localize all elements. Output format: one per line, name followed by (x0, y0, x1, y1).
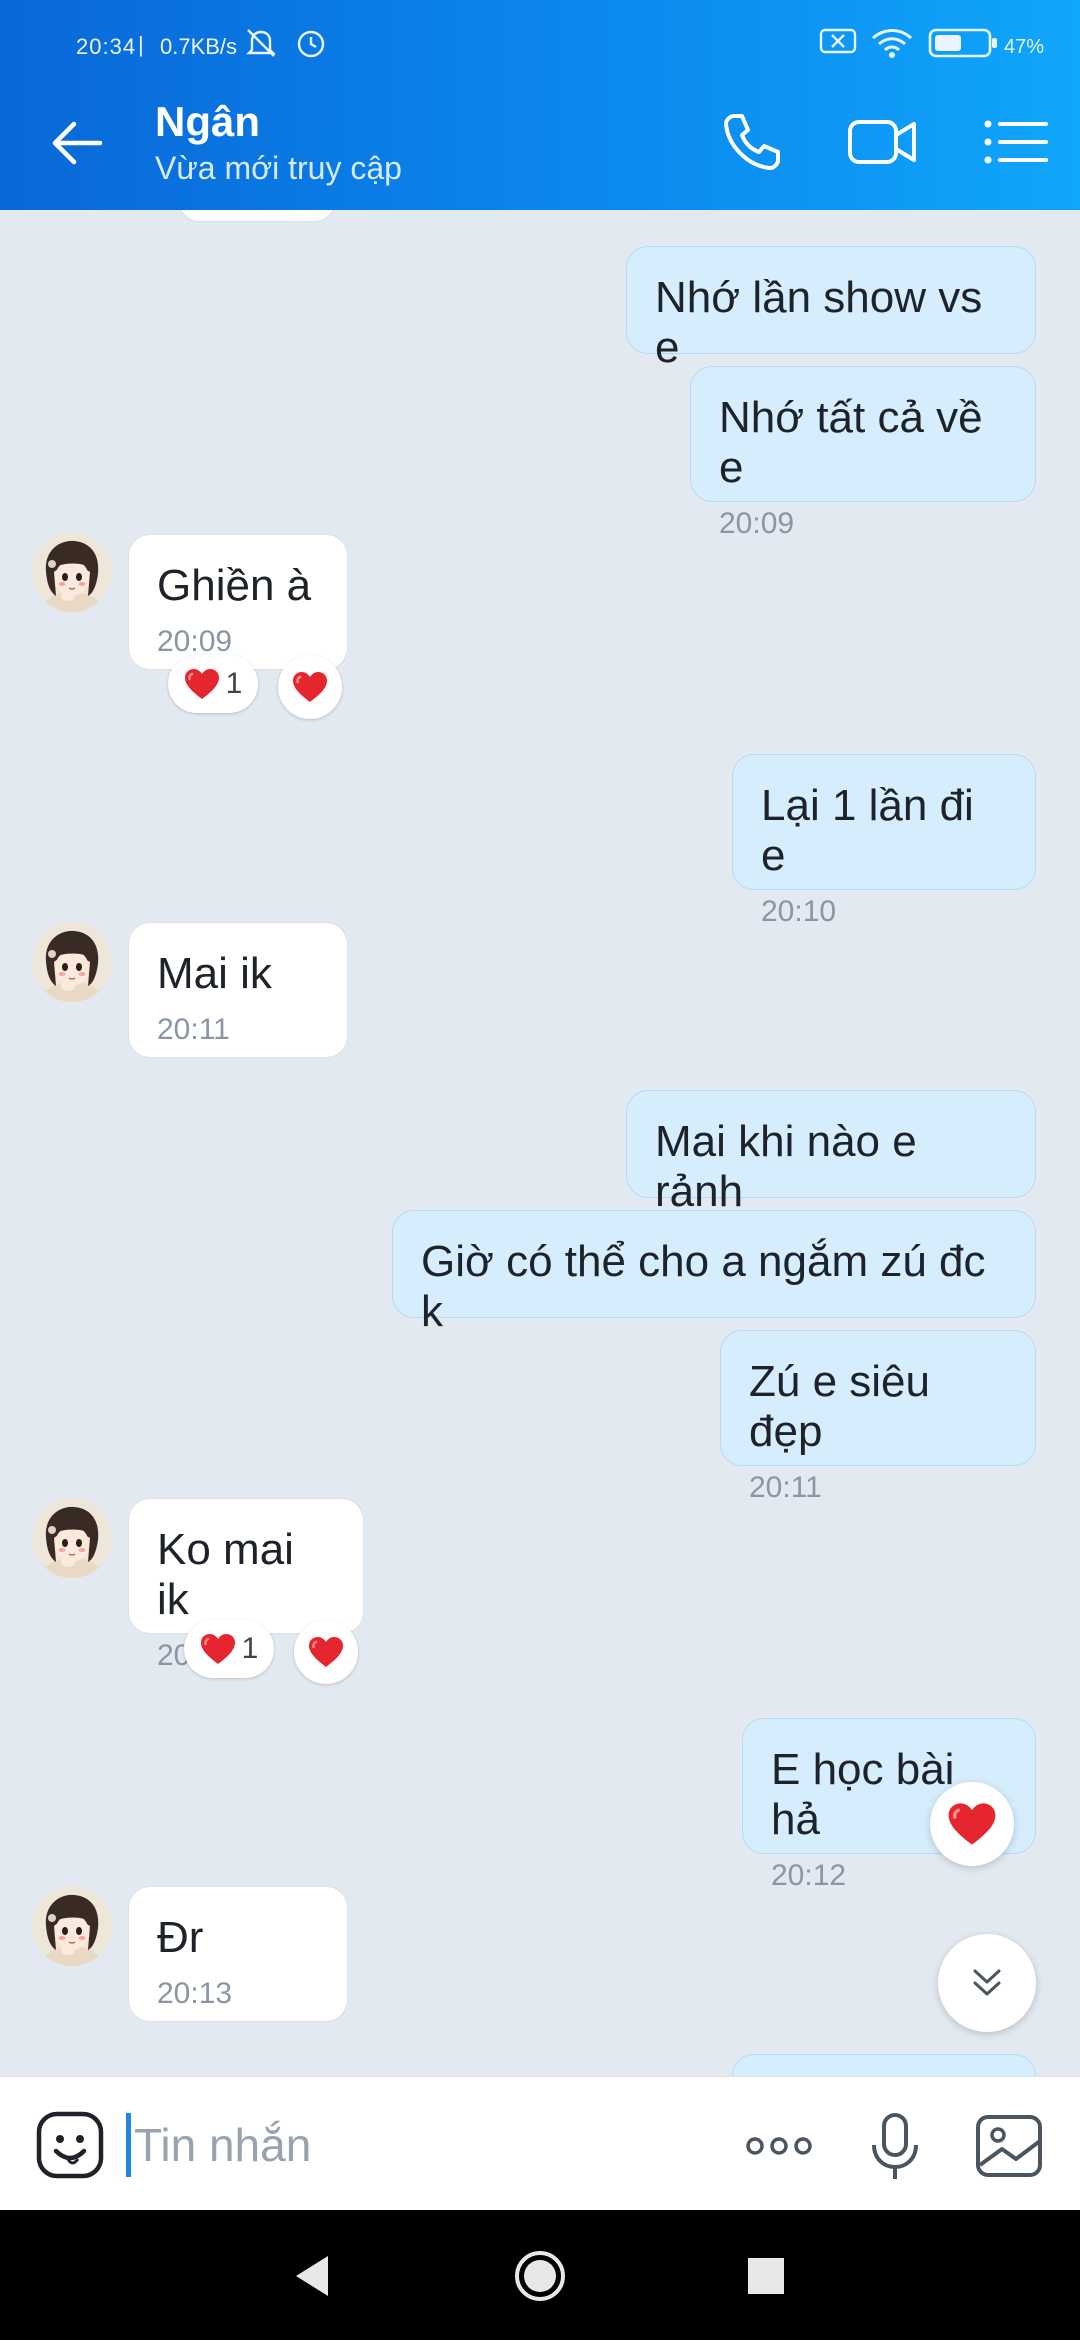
message-time: 20:13 (157, 1977, 233, 2010)
message-bubble-partial (732, 2054, 1036, 2076)
avatar-image (32, 922, 112, 1002)
react-heart-button[interactable] (930, 1782, 1014, 1866)
heart-icon (947, 1802, 997, 1846)
message-time: 20:11 (157, 1013, 230, 1046)
phone-icon[interactable] (712, 102, 792, 182)
chevron-double-down-icon (973, 1969, 1001, 1996)
contact-name[interactable]: Ngân (155, 98, 260, 146)
image-icon[interactable] (970, 2107, 1048, 2185)
message-bubble-incoming[interactable]: Mai ik 20:11 (128, 922, 348, 1058)
message-time: 20:09 (157, 625, 233, 658)
menu-list-icon[interactable] (976, 102, 1056, 182)
message-text: Nhớ lần show vs e (655, 273, 983, 372)
heart-icon (200, 1633, 236, 1665)
message-time: 20:10 (761, 895, 837, 928)
back-arrow-icon[interactable] (44, 108, 114, 178)
status-network-speed: 0.7KB/s (160, 34, 238, 59)
message-bubble-outgoing[interactable]: Nhớ tất cả về e 20:09 (690, 366, 1036, 540)
reaction-summary[interactable]: 1 (184, 1620, 274, 1678)
reaction-count: 1 (241, 1632, 259, 1665)
reaction-count: 1 (225, 667, 243, 700)
nav-home-icon[interactable] (512, 2248, 568, 2304)
avatar-image (32, 1886, 112, 1966)
system-nav-bar (0, 2210, 1080, 2340)
text-cursor (126, 2113, 131, 2177)
contact-avatar[interactable] (32, 532, 112, 612)
video-call-icon[interactable] (842, 102, 922, 182)
alarm-icon (297, 30, 325, 58)
message-input[interactable] (132, 2107, 696, 2183)
contact-status: Vừa mới truy cập (155, 150, 402, 186)
message-list[interactable]: Nhớ lần show vs e Nhớ tất cả về e 20:09 … (0, 210, 1080, 2076)
message-time: 20:11 (749, 1471, 822, 1504)
microphone-icon[interactable] (856, 2107, 934, 2185)
message-bubble-outgoing[interactable]: Lại 1 lần đi e 20:10 (732, 754, 1036, 928)
contact-avatar[interactable] (32, 1886, 112, 1966)
avatar-image (32, 1498, 112, 1578)
heart-icon (308, 1636, 344, 1668)
message-bubble-outgoing[interactable]: Nhớ lần show vs e (626, 246, 1036, 372)
react-button[interactable] (294, 1620, 358, 1684)
message-bubble-incoming[interactable]: Ghiền à 20:09 (128, 534, 348, 670)
message-text: Mai ik (157, 949, 272, 998)
message-text: Ko mai ik (157, 1525, 294, 1624)
message-text: Zú e siêu đẹp (749, 1357, 930, 1456)
contact-avatar[interactable] (32, 922, 112, 1002)
sim-off-icon (819, 28, 857, 54)
status-time: 20:34 (76, 34, 137, 59)
battery-icon (928, 28, 997, 58)
heart-icon (292, 671, 328, 703)
scroll-to-bottom-button[interactable] (938, 1934, 1036, 2032)
reaction-summary[interactable]: 1 (168, 655, 258, 713)
message-text: Lại 1 lần đi e (761, 781, 974, 880)
nav-back-icon[interactable] (286, 2248, 342, 2304)
message-bubble-incoming[interactable]: Đr 20:13 (128, 1886, 348, 2022)
mute-bell-icon (246, 29, 276, 57)
message-text: Đr (157, 1913, 204, 1962)
heart-icon (184, 668, 220, 700)
message-bubble-outgoing[interactable]: Zú e siêu đẹp 20:11 (720, 1330, 1036, 1504)
battery-percent: 47% (1004, 36, 1045, 58)
message-bubble-partial (178, 210, 336, 222)
message-bubble-outgoing[interactable]: Mai khi nào e rảnh (626, 1090, 1036, 1216)
message-time: 20:09 (719, 507, 795, 540)
more-options-icon[interactable] (740, 2107, 818, 2185)
message-bubble-incoming[interactable]: Ko mai ik 20:12 (128, 1498, 364, 1672)
status-bar: 20:34 | 0.7KB/s 47% (0, 0, 1080, 78)
message-text: E học bài hả (771, 1745, 955, 1844)
message-composer (0, 2076, 1080, 2211)
nav-recents-icon[interactable] (738, 2248, 794, 2304)
message-text: Mai khi nào e rảnh (655, 1117, 917, 1216)
message-text: Nhớ tất cả về e (719, 393, 983, 492)
chat-header: Ngân Vừa mới truy cập (0, 78, 1080, 210)
app-header-bar: 20:34 | 0.7KB/s 47% Ngân Vừa mới truy cậ… (0, 0, 1080, 210)
wifi-icon (871, 29, 913, 58)
message-text: Giờ có thể cho a ngắm zú đc k (421, 1237, 986, 1336)
message-text: Ghiền à (157, 561, 312, 610)
sticker-icon[interactable] (34, 2109, 106, 2181)
react-button[interactable] (278, 655, 342, 719)
avatar-image (32, 532, 112, 612)
contact-avatar[interactable] (32, 1498, 112, 1578)
message-bubble-outgoing[interactable]: Giờ có thể cho a ngắm zú đc k (392, 1210, 1036, 1336)
